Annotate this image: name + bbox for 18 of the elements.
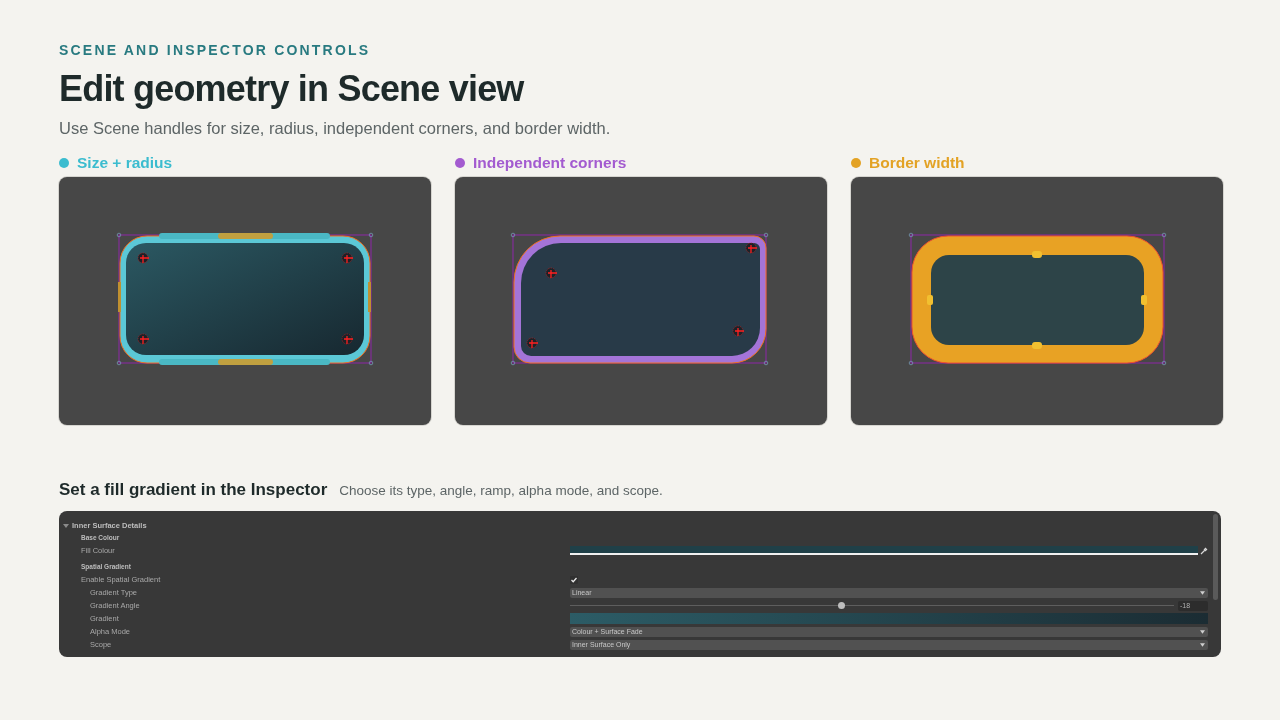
- caret-icon: [1200, 642, 1205, 647]
- eyebrow-text: SCENE AND INSPECTOR CONTROLS: [59, 41, 372, 59]
- gradient-field[interactable]: [570, 613, 1208, 624]
- panel-label: Independent corners: [473, 154, 627, 172]
- eyedropper-icon[interactable]: [1200, 546, 1208, 555]
- section-title: Set a fill gradient in the Inspector: [59, 480, 328, 500]
- page-title: Edit geometry in Scene view: [59, 67, 526, 111]
- panel-label: Border width: [869, 154, 965, 172]
- scrollbar[interactable]: [1213, 514, 1218, 600]
- color-field[interactable]: [570, 546, 1198, 555]
- checkbox[interactable]: [570, 575, 578, 584]
- expand-arrow-icon: [63, 522, 69, 529]
- slider-thumb[interactable]: [838, 602, 846, 609]
- subtitle-text: Use Scene handles for size, radius, independent corners, and border width.: [59, 118, 612, 139]
- caret-icon: [1200, 590, 1205, 595]
- caret-icon: [1200, 629, 1205, 634]
- panel-label: Size + radius: [77, 154, 173, 172]
- section-note: Choose its type, angle, ramp, alpha mode, and scope.: [339, 483, 663, 498]
